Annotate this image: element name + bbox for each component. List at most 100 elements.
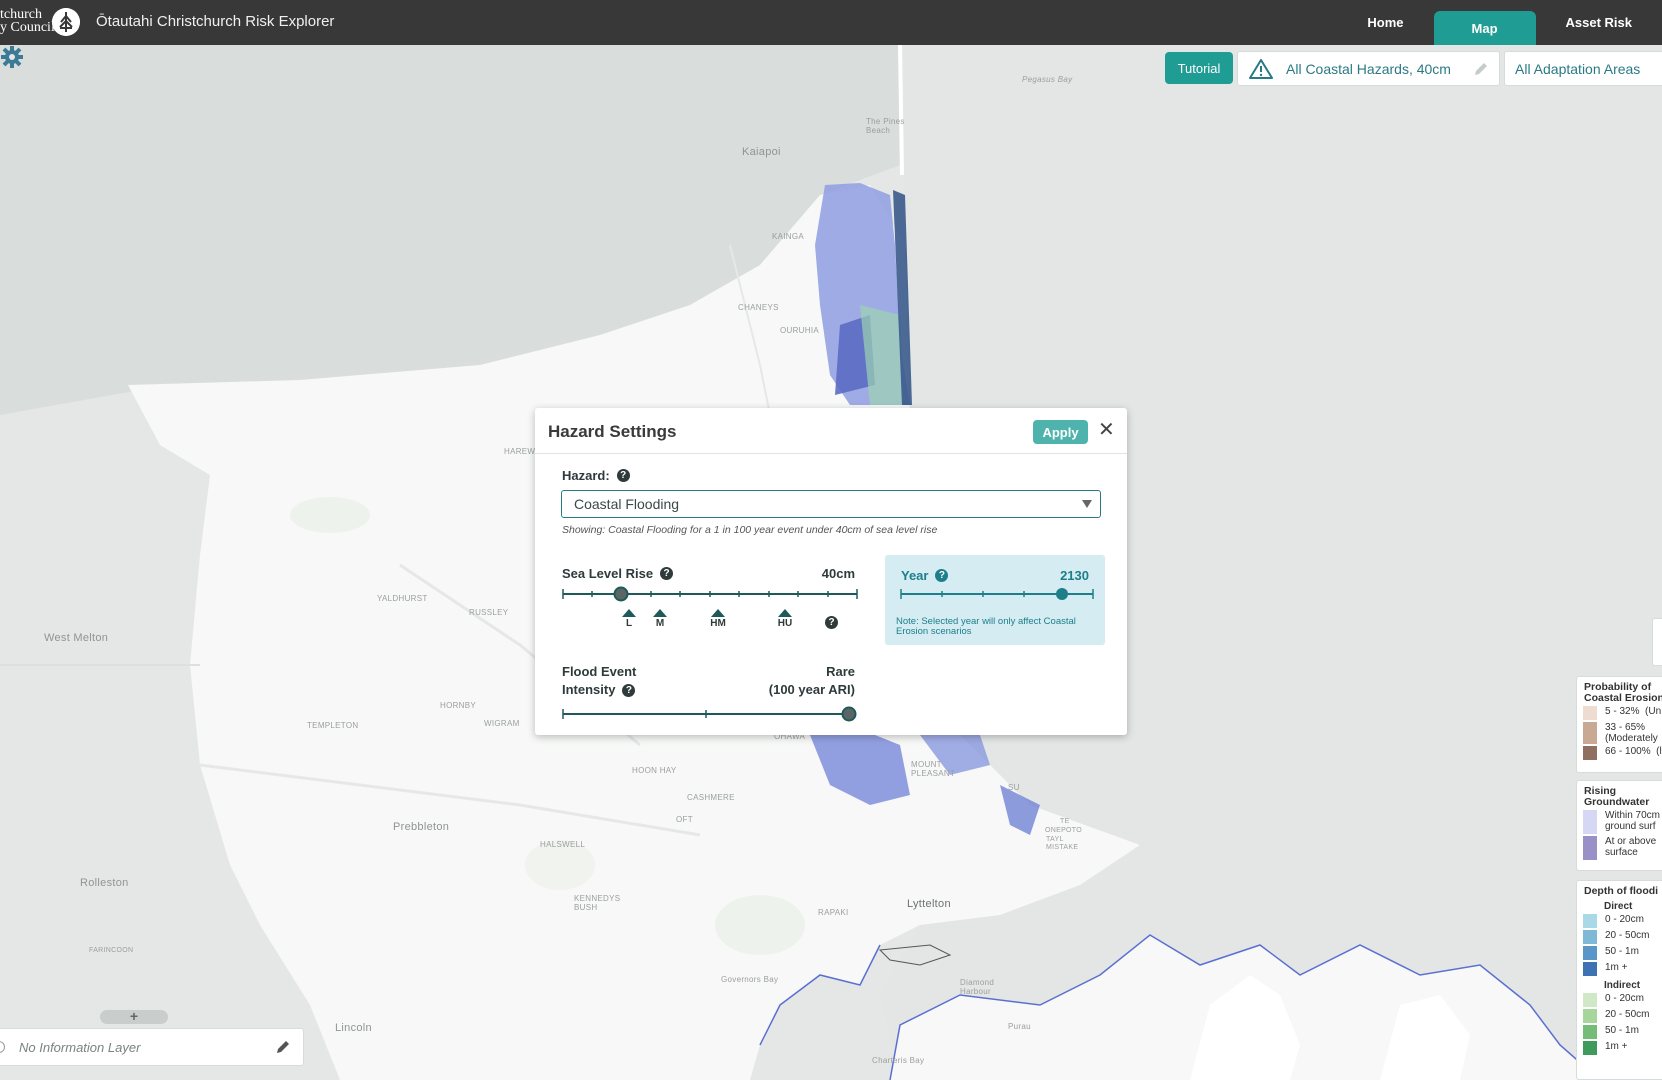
fern-logo-icon: [52, 8, 80, 36]
map-label-mount-pleasant: MOUNT PLEASANT: [911, 760, 956, 778]
map-label-ouruhia: OURUHIA: [780, 326, 819, 335]
sea-level-rise-value: 40cm: [821, 566, 855, 581]
legend-item: 33 - 65% (Moderately: [1583, 722, 1662, 744]
map-label-onepoto: ONEPOTO: [1045, 827, 1082, 834]
legend-swatch: [1583, 746, 1597, 760]
year-value: 2130: [1060, 568, 1089, 583]
map-label-templeton: TEMPLETON: [307, 721, 359, 730]
map-label-kaiapoi: Kaiapoi: [742, 146, 781, 158]
map-label-lincoln: Lincoln: [335, 1022, 372, 1034]
hazard-select-value: Coastal Flooding: [574, 496, 680, 512]
map-label-wigram: WIGRAM: [484, 719, 520, 728]
map-label-prebbleton: Prebbleton: [393, 821, 450, 833]
marker-low: L: [617, 609, 641, 629]
flood-value-line2: (100 year ARI): [768, 682, 855, 697]
hazard-settings-modal: Hazard Settings Apply ✕ Hazard: ? Coasta…: [535, 408, 1127, 735]
sea-level-rise-thumb: [613, 586, 629, 602]
marker-high-upper: HU: [773, 609, 797, 629]
information-layer-label: No Information Layer: [19, 1039, 141, 1055]
settings-gear-icon[interactable]: [0, 45, 24, 69]
year-label: Year ?: [901, 568, 949, 583]
scenario-selector[interactable]: All Coastal Hazards, 40cm: [1237, 51, 1500, 86]
pencil-icon[interactable]: [275, 1039, 291, 1055]
scenario-label: All Coastal Hazards, 40cm: [1286, 60, 1451, 77]
map-label-diamond-harbour: Diamond Harbour: [960, 978, 995, 996]
legend-item: 0 - 20cm: [1583, 993, 1662, 1007]
year-slider[interactable]: [899, 586, 1095, 602]
year-thumb: [1056, 588, 1068, 600]
legend-item: At or above surface: [1583, 836, 1662, 860]
legend-item: 20 - 50cm: [1583, 930, 1662, 944]
map-label-purau: Purau: [1008, 1022, 1031, 1031]
map-label-the-pines-beach: The Pines Beach: [866, 117, 905, 135]
pencil-icon[interactable]: [1473, 61, 1489, 77]
map-label-pegasus-bay: Pegasus Bay: [1022, 75, 1073, 84]
nav-asset-risk[interactable]: Asset Risk: [1536, 0, 1662, 45]
map-edge-widget[interactable]: [1652, 618, 1662, 666]
map-label-lyttelton: Lyttelton: [907, 898, 951, 910]
map-label-chaneys: CHANEYS: [738, 303, 779, 312]
map-label-rolleston: Rolleston: [80, 877, 129, 889]
map-label-halswell: HALSWELL: [540, 840, 586, 849]
flood-label-line1: Flood Event: [562, 664, 637, 679]
map-label-rapaki: RAPAKI: [818, 908, 849, 917]
add-layer-button[interactable]: +: [100, 1009, 168, 1024]
close-icon[interactable]: ✕: [1098, 420, 1115, 440]
map-label-harewood: HAREW: [504, 447, 536, 456]
legend-item: 1m +: [1583, 1041, 1662, 1055]
legend-subtitle-indirect: Indirect: [1604, 980, 1641, 991]
map-label-yaldhurst: YALDHURST: [377, 594, 428, 603]
app-title: Ōtautahi Christchurch Risk Explorer: [96, 13, 335, 30]
hazard-select[interactable]: Coastal Flooding: [561, 490, 1101, 518]
sea-level-rise-label-text: Sea Level Rise: [562, 566, 654, 581]
map-label-farincoon: FARINCOON: [89, 947, 134, 954]
sea-level-rise-slider[interactable]: [561, 585, 859, 603]
help-icon[interactable]: ?: [825, 616, 838, 629]
legend-swatch: [1583, 706, 1597, 720]
legend-item: 0 - 20cm: [1583, 914, 1662, 928]
hazard-label: Hazard: ?: [562, 468, 630, 483]
map-label-charteris-bay: Charteris Bay: [872, 1056, 925, 1065]
legend-swatch: [1583, 810, 1597, 834]
map-label-te: TE: [1060, 818, 1070, 825]
year-note: Note: Selected year will only affect Coa…: [896, 616, 1076, 637]
information-layer-selector[interactable]: No Information Layer: [0, 1028, 304, 1066]
legend-item: 20 - 50cm: [1583, 1009, 1662, 1023]
council-logo[interactable]: tchurch y Council: [0, 6, 82, 40]
map-label-west-melton: West Melton: [44, 632, 109, 644]
legend-title: Probability of Coastal Erosion: [1584, 681, 1662, 704]
dropdown-arrow-icon: [1082, 500, 1092, 508]
adaptation-areas-selector[interactable]: All Adaptation Areas: [1504, 51, 1662, 86]
legend-item: 66 - 100% (l: [1583, 746, 1662, 760]
map-label-cashmere: CASHMERE: [687, 793, 735, 802]
legend-coastal-erosion: Probability of Coastal Erosion 5 - 32% (…: [1576, 676, 1662, 773]
main-nav: Home Map Asset Risk: [1337, 0, 1662, 45]
sea-level-rise-label: Sea Level Rise ?: [562, 566, 674, 581]
flood-event-intensity-value: Rare (100 year ARI): [715, 663, 855, 699]
modal-title: Hazard Settings: [548, 422, 677, 441]
help-icon[interactable]: ?: [935, 569, 949, 582]
map-label-kennedys-bush: KENNEDYS BUSH: [574, 894, 621, 912]
legend-item: 50 - 1m: [1583, 1025, 1662, 1039]
warning-icon: [1249, 58, 1273, 79]
nav-home[interactable]: Home: [1337, 0, 1433, 45]
legend-subtitle-direct: Direct: [1604, 901, 1633, 912]
help-icon[interactable]: ?: [622, 683, 636, 697]
marker-medium: M: [648, 609, 672, 629]
apply-button[interactable]: Apply: [1033, 420, 1088, 444]
map-label-governors-bay: Governors Bay: [721, 975, 779, 984]
flood-event-intensity-slider[interactable]: [561, 705, 859, 723]
tutorial-button[interactable]: Tutorial: [1165, 52, 1233, 84]
map-label-oft: OFT: [676, 815, 693, 824]
legend-item: 1m +: [1583, 962, 1662, 976]
legend-swatch: [1583, 722, 1597, 744]
logo-text: tchurch y Council: [0, 7, 55, 35]
year-panel: Year ? 2130 Note: Selected year will onl…: [885, 555, 1105, 645]
legend-swatch: [1583, 836, 1597, 860]
legend-item: 50 - 1m: [1583, 946, 1662, 960]
flood-label-line2: Intensity: [562, 682, 616, 697]
help-icon[interactable]: ?: [660, 567, 674, 580]
map-label-sumner: SU: [1008, 783, 1020, 792]
nav-map[interactable]: Map: [1433, 11, 1536, 45]
help-icon[interactable]: ?: [616, 469, 630, 482]
